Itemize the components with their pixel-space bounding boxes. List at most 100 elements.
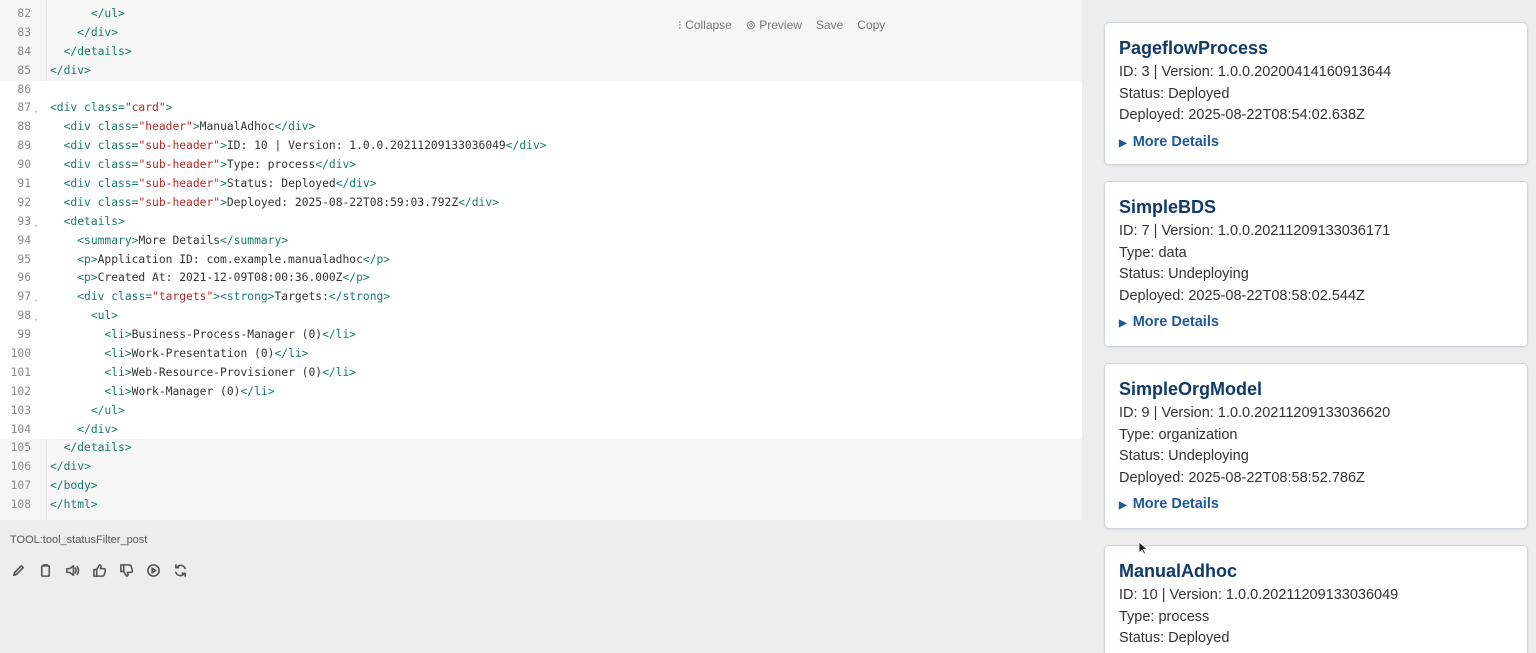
code-token-str: "sub-header" xyxy=(138,177,221,191)
code-token-tag: </summary> xyxy=(220,233,289,247)
code-line[interactable]: 100 <li>Work-Presentation (0)</li> xyxy=(0,345,1082,364)
code-line[interactable]: 94 <summary>More Details</summary> xyxy=(0,231,1082,251)
refresh-icon[interactable] xyxy=(171,561,189,579)
code-line[interactable]: 91 <div class="sub-header">Status: Deplo… xyxy=(0,175,1082,194)
code-token-attr: class= xyxy=(97,177,139,191)
code-line[interactable]: 92 <div class="sub-header">Deployed: 202… xyxy=(0,193,1082,213)
copy-button[interactable]: Copy xyxy=(857,18,885,32)
code-line[interactable]: 104 </div> xyxy=(0,420,1082,440)
code-token-txt: Deployed: 2025-08-22T08:59:03.792Z xyxy=(226,195,459,209)
code-line[interactable]: 97 ⌄ <div class="targets"><strong>Targets… xyxy=(0,288,1082,308)
code-token-txt: Targets: xyxy=(274,290,329,304)
code-token-tag: > xyxy=(192,120,200,134)
save-button[interactable]: Save xyxy=(816,18,843,32)
code-token-tag: </div> xyxy=(458,195,499,209)
code-token-tag: > xyxy=(220,195,227,209)
code-line[interactable]: 102 <li>Work-Manager (0)</li> xyxy=(0,382,1082,402)
code-text: </div> xyxy=(50,458,91,477)
code-token-txt: Application ID: com.example.manualadhoc xyxy=(97,252,363,266)
line-number: 90 xyxy=(17,158,31,172)
card-header: ManualAdhoc xyxy=(1119,561,1238,581)
code-token-str: "sub-header" xyxy=(138,139,221,153)
code-lines[interactable]: 82 </ul> 83 </div> 84 </details> 85 </div> 86… xyxy=(0,5,1082,515)
code-line[interactable]: 90 <div class="sub-header">Type: process… xyxy=(0,156,1082,176)
code-token-tag: </li> xyxy=(274,347,309,361)
code-text: <ul> xyxy=(50,307,118,326)
code-line[interactable]: 88 <div class="header">ManualAdhoc</div> xyxy=(0,118,1082,138)
code-token-tag: </div> xyxy=(335,177,377,191)
code-line[interactable]: 98 ⌄ <ul> xyxy=(0,307,1082,327)
line-number: 106 xyxy=(10,460,31,474)
code-line[interactable]: 107 </body> xyxy=(0,477,1082,496)
code-text: <div class="header">ManualAdhoc</div> xyxy=(50,118,316,137)
more-details-toggle[interactable]: ▶ More Details xyxy=(1119,132,1513,154)
line-number: 95 xyxy=(17,252,31,266)
code-line[interactable]: 101 <li>Web-Resource-Provisioner (0)</li… xyxy=(0,363,1082,383)
code-token-tag: </div> xyxy=(77,25,119,39)
code-text: <li>Business-Process-Manager (0)</li> xyxy=(50,326,356,345)
code-text: </div> xyxy=(50,62,91,81)
card-sub-header: Status: Deployed xyxy=(1119,630,1230,647)
edit-icon[interactable] xyxy=(9,561,27,579)
code-token-tag: <p> xyxy=(77,252,98,266)
card-header: SimpleOrgModel xyxy=(1119,379,1263,399)
more-details-toggle[interactable]: ▶ More Details xyxy=(1119,312,1513,334)
more-details-toggle[interactable]: ▶ More Details xyxy=(1119,494,1513,516)
code-line[interactable]: 99 <li>Business-Process-Manager (0)</li> xyxy=(0,326,1082,346)
collapse-button[interactable]: ⁝ Collapse xyxy=(678,18,732,32)
code-line[interactable]: 87 ⌄ <div class="card"> xyxy=(0,99,1082,119)
code-text: </details> xyxy=(50,43,132,62)
card-sub-header: Deployed: 2025-08-22T08:54:02.638Z xyxy=(1119,107,1365,124)
card-manualadhoc: ManualAdhoc ID: 10 | Version: 1.0.0.2021… xyxy=(1104,545,1528,653)
code-text: <li>Web-Resource-Provisioner (0)</li> xyxy=(50,364,356,383)
copy-icon[interactable] xyxy=(36,561,54,579)
speaker-icon[interactable] xyxy=(63,561,81,579)
code-line[interactable]: 89 <div class="sub-header">ID: 10 | Vers… xyxy=(0,137,1082,157)
code-text: <div class="card"> xyxy=(50,99,172,118)
play-icon[interactable] xyxy=(144,561,162,579)
code-line[interactable]: 86 xyxy=(0,80,1082,100)
code-text: </html> xyxy=(50,496,98,515)
code-token-tag: ><strong> xyxy=(213,290,275,304)
preview-button[interactable]: ⊚ Preview xyxy=(746,18,802,32)
thumbs-up-icon[interactable] xyxy=(90,561,108,579)
line-number: 94 xyxy=(17,233,31,247)
code-line[interactable]: 82 </ul> xyxy=(0,5,1082,24)
code-line[interactable]: 108 </html> xyxy=(0,496,1082,515)
message-action-bar xyxy=(9,561,189,579)
code-token-str: "targets" xyxy=(152,290,214,304)
code-editor[interactable]: 82 </ul> 83 </div> 84 </details> 85 </div> 86… xyxy=(0,0,1082,520)
code-line[interactable]: 93 ⌄ <details> xyxy=(0,212,1082,232)
code-line[interactable]: 103 </ul> xyxy=(0,401,1082,421)
mouse-cursor-icon xyxy=(1138,541,1148,555)
code-token-txt: Created At: 2021-12-09T08:00:36.000Z xyxy=(97,271,343,285)
preview-panel[interactable]: PageflowProcess ID: 3 | Version: 1.0.0.2… xyxy=(1090,0,1536,653)
line-number: 108 xyxy=(10,498,31,512)
code-line[interactable]: 95 <p>Application ID: com.example.manual… xyxy=(0,250,1082,270)
code-token-tag: <li> xyxy=(104,365,132,379)
card-sub-header: Status: Undeploying xyxy=(1119,266,1249,283)
thumbs-down-icon[interactable] xyxy=(117,561,135,579)
code-line[interactable]: 106 </div> xyxy=(0,458,1082,477)
code-line[interactable]: 83 </div> xyxy=(0,24,1082,43)
code-token-tag: <div xyxy=(63,139,98,153)
card-simplebds: SimpleBDS ID: 7 | Version: 1.0.0.2021120… xyxy=(1104,181,1528,347)
card-sub-header: Status: Deployed xyxy=(1119,85,1230,102)
code-line[interactable]: 84 </details> xyxy=(0,43,1082,62)
card-sub-header: ID: 3 | Version: 1.0.0.20200414160913644 xyxy=(1119,64,1392,80)
code-line[interactable]: 96 <p>Created At: 2021-12-09T08:00:36.00… xyxy=(0,269,1082,289)
triangle-right-icon: ▶ xyxy=(1119,500,1127,512)
code-line[interactable]: 105 </details> xyxy=(0,439,1082,458)
code-token-str: "header" xyxy=(138,120,193,134)
code-line[interactable]: 85 </div> xyxy=(0,62,1082,81)
code-text: </div> xyxy=(50,421,118,440)
code-token-tag: </p> xyxy=(362,252,391,266)
code-token-str: "card" xyxy=(124,101,166,115)
code-token-tag: </li> xyxy=(322,365,357,379)
